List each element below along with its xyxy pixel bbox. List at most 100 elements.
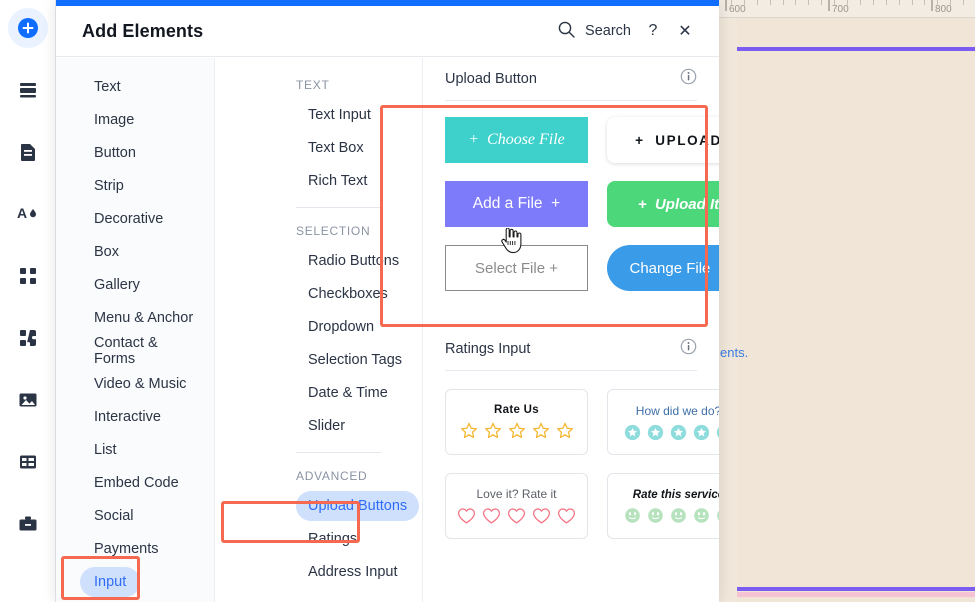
pages-icon[interactable] (8, 70, 48, 110)
type-item-date-time[interactable]: Date & Time (215, 376, 422, 409)
plus-icon: + (542, 195, 561, 212)
change-file-label: Change File (629, 259, 711, 277)
type-item-address-input[interactable]: Address Input (215, 555, 422, 588)
select-file-label: Select File (475, 259, 546, 277)
type-item-ratings[interactable]: Ratings (215, 522, 422, 555)
upload-it-button[interactable]: + Upload It (607, 181, 719, 227)
sidebar-item-social[interactable]: Social (56, 499, 214, 532)
sidebar-item-decorative[interactable]: Decorative (56, 202, 214, 235)
category-label: Decorative (94, 210, 164, 227)
category-label: Embed Code (94, 474, 179, 491)
type-group-label: ADVANCED (296, 469, 368, 483)
heart-icon[interactable] (507, 507, 526, 525)
canvas-overlay-text: ents. (720, 345, 749, 360)
smiley-rating-icons[interactable] (624, 507, 719, 524)
smiley-icon[interactable] (624, 507, 641, 524)
info-icon[interactable] (680, 338, 697, 360)
plus-icon: + (545, 259, 558, 277)
info-icon[interactable] (680, 68, 697, 90)
love-it-rate-it-card[interactable]: Love it? Rate it (445, 473, 588, 539)
smiley-icon[interactable] (716, 507, 719, 524)
change-file-button[interactable]: Change File + (607, 245, 719, 291)
star-icon[interactable] (532, 422, 550, 440)
theme-icon[interactable]: A (8, 194, 48, 234)
star-circle-icon[interactable] (647, 424, 664, 441)
add-a-file-button[interactable]: Add a File + (445, 181, 588, 227)
editor-canvas-surface (737, 18, 975, 602)
ruler-tick (873, 0, 874, 5)
heart-icon[interactable] (482, 507, 501, 525)
upload-button[interactable]: + UPLOAD (607, 117, 719, 163)
business-icon[interactable] (8, 504, 48, 544)
ruler-label: 600 (729, 4, 746, 15)
sidebar-item-button[interactable]: Button (56, 136, 214, 169)
rate-us-card[interactable]: Rate Us (445, 389, 588, 455)
sidebar-item-list[interactable]: List (56, 433, 214, 466)
type-label: Selection Tags (308, 351, 403, 368)
search-icon (557, 20, 576, 43)
rate-this-service-card[interactable]: Rate this service (607, 473, 719, 539)
add-elements-icon[interactable] (7, 8, 48, 48)
star-icon[interactable] (484, 422, 502, 440)
sidebar-item-contact-forms[interactable]: Contact & Forms (56, 334, 214, 367)
heart-rating-icons[interactable] (457, 507, 576, 525)
category-label: List (94, 441, 117, 458)
heart-icon[interactable] (557, 507, 576, 525)
media-icon[interactable] (8, 380, 48, 420)
sidebar-item-video-music[interactable]: Video & Music (56, 367, 214, 400)
star-icon[interactable] (460, 422, 478, 440)
section-divider (445, 370, 697, 371)
type-item-radio-buttons[interactable]: Radio Buttons (215, 244, 422, 277)
how-did-we-do-card[interactable]: How did we do? (607, 389, 719, 455)
type-item-text-input[interactable]: Text Input (215, 98, 422, 131)
sidebar-item-image[interactable]: Image (56, 103, 214, 136)
type-item-dropdown[interactable]: Dropdown (215, 310, 422, 343)
type-item-slider[interactable]: Slider (215, 409, 422, 442)
star-circle-icon[interactable] (670, 424, 687, 441)
help-icon[interactable]: ? (637, 15, 669, 47)
smiley-icon[interactable] (647, 507, 664, 524)
select-file-button[interactable]: Select File + (445, 245, 588, 291)
type-item-selection-tags[interactable]: Selection Tags (215, 343, 422, 376)
sidebar-item-interactive[interactable]: Interactive (56, 400, 214, 433)
ruler-tick (886, 0, 887, 5)
smiley-icon[interactable] (670, 507, 687, 524)
page-icon[interactable] (8, 132, 48, 172)
type-label: Address Input (308, 563, 398, 580)
sidebar-item-payments[interactable]: Payments (56, 532, 214, 565)
type-item-rich-text[interactable]: Rich Text (215, 164, 422, 197)
smiley-icon[interactable] (693, 507, 710, 524)
sidebar-item-gallery[interactable]: Gallery (56, 268, 214, 301)
search-button[interactable]: Search (551, 16, 637, 47)
apps-icon[interactable] (8, 256, 48, 296)
ruler-tick (783, 0, 784, 5)
star-icon[interactable] (556, 422, 574, 440)
star-rating-icons[interactable] (460, 422, 574, 440)
heart-icon[interactable] (532, 507, 551, 525)
choose-file-button[interactable]: + Choose File (445, 117, 588, 163)
rate-this-service-label: Rate this service (632, 488, 719, 501)
sidebar-item-menu-anchor[interactable]: Menu & Anchor (56, 301, 214, 334)
category-label: Box (94, 243, 119, 260)
sidebar-item-strip[interactable]: Strip (56, 169, 214, 202)
upload-it-label: Upload It (654, 195, 719, 213)
category-label: Strip (94, 177, 124, 194)
sidebar-item-embed-code[interactable]: Embed Code (56, 466, 214, 499)
heart-icon[interactable] (457, 507, 476, 525)
star-circle-icon[interactable] (693, 424, 710, 441)
app-toolbar: A (0, 0, 56, 602)
category-label: Menu & Anchor (94, 309, 194, 326)
sidebar-item-box[interactable]: Box (56, 235, 214, 268)
sidebar-item-input[interactable]: Input (56, 565, 214, 598)
close-icon[interactable]: ✕ (669, 15, 701, 47)
star-icon[interactable] (508, 422, 526, 440)
star-circle-rating-icons[interactable] (624, 424, 719, 441)
type-item-checkboxes[interactable]: Checkboxes (215, 277, 422, 310)
add-apps-icon[interactable] (8, 318, 48, 358)
star-circle-icon[interactable] (624, 424, 641, 441)
type-item-upload-buttons[interactable]: Upload Buttons (215, 489, 422, 522)
sidebar-item-text[interactable]: Text (56, 70, 214, 103)
star-circle-icon[interactable] (716, 424, 719, 441)
type-item-text-box[interactable]: Text Box (215, 131, 422, 164)
cms-icon[interactable] (8, 442, 48, 482)
